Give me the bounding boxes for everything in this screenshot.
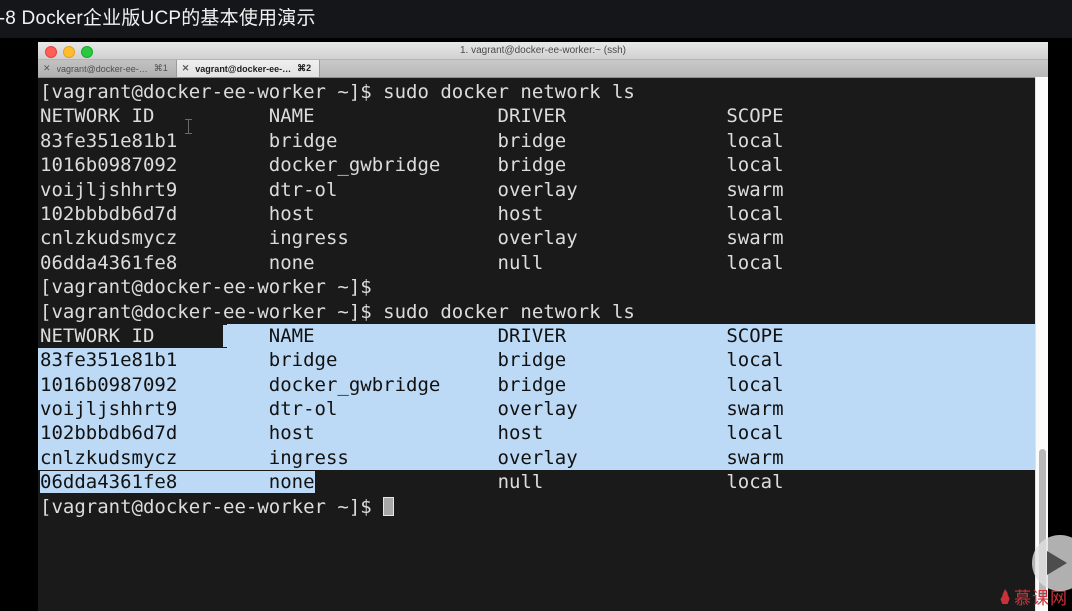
terminal-text-selected: NAME DRIVER SCOPE bbox=[223, 324, 784, 347]
vertical-scrollbar[interactable] bbox=[1035, 77, 1048, 611]
terminal-text: NETWORK ID NAME DRIVER SCOPE bbox=[40, 105, 784, 128]
terminal-line: 102bbbdb6d7d host host local bbox=[40, 421, 784, 445]
terminal-line: 06dda4361fe8 none null local bbox=[40, 470, 784, 494]
tab-label: vagrant@docker-ee-… bbox=[195, 63, 292, 74]
terminal-line: 102bbbdb6d7d host host local bbox=[40, 202, 784, 226]
close-icon[interactable]: ✕ bbox=[43, 63, 51, 74]
close-icon[interactable]: ✕ bbox=[182, 63, 190, 74]
tab-session-2[interactable]: ✕ vagrant@docker-ee-… ⌘2 bbox=[176, 60, 321, 77]
terminal-line: NETWORK ID NAME DRIVER SCOPE bbox=[40, 104, 784, 128]
terminal-line: 1016b0987092 docker_gwbridge bridge loca… bbox=[40, 153, 784, 177]
terminal-line: [vagrant@docker-ee-worker ~]$ bbox=[40, 495, 784, 519]
terminal-screen[interactable]: [vagrant@docker-ee-worker ~]$ sudo docke… bbox=[40, 80, 784, 519]
terminal-cursor bbox=[383, 496, 395, 516]
terminal-text: 83fe351e81b1 bridge bridge local bbox=[40, 129, 784, 152]
flame-logo-icon bbox=[1000, 589, 1010, 604]
terminal-text-selected: 1016b0987092 docker_gwbridge bridge loca… bbox=[40, 373, 784, 396]
terminal-line: [vagrant@docker-ee-worker ~]$ sudo docke… bbox=[40, 300, 784, 324]
tab-shortcut: ⌘2 bbox=[297, 63, 312, 73]
tab-label: vagrant@docker-ee-… bbox=[56, 63, 148, 74]
tab-shortcut: ⌘1 bbox=[153, 63, 168, 73]
terminal-text-selected: 83fe351e81b1 bridge bridge local bbox=[40, 349, 784, 372]
terminal-text: cnlzkudsmycz ingress overlay swarm bbox=[40, 227, 784, 250]
play-icon bbox=[1047, 551, 1067, 575]
terminal-line: 1016b0987092 docker_gwbridge bridge loca… bbox=[40, 373, 784, 397]
terminal-line: voijljshhrt9 dtr-ol overlay swarm bbox=[40, 397, 784, 421]
terminal-line: voijljshhrt9 dtr-ol overlay swarm bbox=[40, 178, 784, 202]
terminal-text-selected: voijljshhrt9 dtr-ol overlay swarm bbox=[40, 398, 784, 421]
terminal-tab-bar[interactable]: ✕ vagrant@docker-ee-… ⌘1 ✕ vagrant@docke… bbox=[38, 60, 1048, 78]
terminal-line: 83fe351e81b1 bridge bridge local bbox=[40, 129, 784, 153]
terminal-line: 83fe351e81b1 bridge bridge local bbox=[40, 348, 784, 372]
terminal-text-selected: 102bbbdb6d7d host host local bbox=[40, 422, 784, 445]
terminal-line: cnlzkudsmycz ingress overlay swarm bbox=[40, 446, 784, 470]
terminal-text: 1016b0987092 docker_gwbridge bridge loca… bbox=[40, 154, 784, 177]
page-title: 8-8 Docker企业版UCP的基本使用演示 bbox=[0, 8, 316, 29]
terminal-text-selected: 06dda4361fe8 none bbox=[40, 471, 315, 494]
terminal-line: [vagrant@docker-ee-worker ~]$ bbox=[40, 275, 784, 299]
terminal-window[interactable]: 1. vagrant@docker-ee-worker:~ (ssh) ✕ va… bbox=[38, 42, 1048, 611]
terminal-text: [vagrant@docker-ee-worker ~]$ sudo docke… bbox=[40, 300, 635, 323]
terminal-title-bar[interactable]: 1. vagrant@docker-ee-worker:~ (ssh) bbox=[38, 42, 1048, 60]
lesson-title-banner: 8-8 Docker企业版UCP的基本使用演示 bbox=[0, 0, 1072, 38]
terminal-text-selected: cnlzkudsmycz ingress overlay swarm bbox=[40, 446, 784, 469]
terminal-text: 102bbbdb6d7d host host local bbox=[40, 202, 784, 225]
terminal-text: null local bbox=[314, 471, 784, 494]
video-stage[interactable]: 1. vagrant@docker-ee-worker:~ (ssh) ✕ va… bbox=[0, 38, 1072, 611]
terminal-text: 06dda4361fe8 none null local bbox=[40, 251, 784, 274]
terminal-text: voijljshhrt9 dtr-ol overlay swarm bbox=[40, 178, 784, 201]
terminal-output-area[interactable]: [vagrant@docker-ee-worker ~]$ sudo docke… bbox=[38, 78, 1048, 611]
terminal-text: [vagrant@docker-ee-worker ~]$ sudo docke… bbox=[40, 81, 635, 103]
terminal-line: NETWORK ID NAME DRIVER SCOPE bbox=[40, 324, 784, 348]
terminal-line: cnlzkudsmycz ingress overlay swarm bbox=[40, 226, 784, 250]
terminal-text: [vagrant@docker-ee-worker ~]$ bbox=[40, 495, 384, 518]
window-title: 1. vagrant@docker-ee-worker:~ (ssh) bbox=[459, 45, 627, 56]
terminal-line: [vagrant@docker-ee-worker ~]$ sudo docke… bbox=[40, 80, 784, 104]
tab-session-1[interactable]: ✕ vagrant@docker-ee-… ⌘1 bbox=[38, 60, 177, 77]
terminal-text: NETWORK ID bbox=[40, 324, 224, 347]
text-cursor-ibeam bbox=[185, 119, 192, 134]
terminal-text: [vagrant@docker-ee-worker ~]$ bbox=[40, 276, 372, 299]
terminal-line: 06dda4361fe8 none null local bbox=[40, 251, 784, 275]
tab-bar-filler bbox=[320, 60, 1048, 77]
